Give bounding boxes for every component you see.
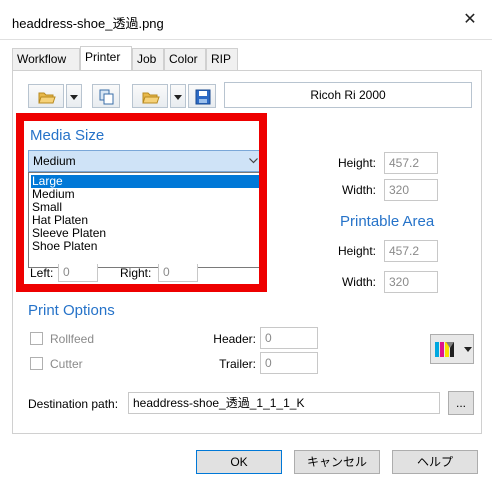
folder-open-icon xyxy=(38,92,56,104)
color-layout-button[interactable] xyxy=(430,334,474,364)
tab-rip[interactable]: RIP xyxy=(206,48,238,70)
height-label: Height: xyxy=(337,156,376,170)
printable-height-label: Height: xyxy=(337,244,376,258)
cutter-checkbox[interactable] xyxy=(30,357,43,370)
printable-area-heading: Printable Area xyxy=(340,213,435,230)
cancel-button[interactable]: キャンセル xyxy=(294,450,380,474)
folder-open-icon xyxy=(142,92,160,104)
media-height-input[interactable]: 457.2 xyxy=(384,152,438,174)
title-bar: headdress-shoe_透過.png ✕ xyxy=(0,0,492,40)
copy-icon xyxy=(99,89,114,105)
media-option-medium[interactable]: Medium xyxy=(31,188,259,201)
tab-printer[interactable]: Printer xyxy=(80,46,132,70)
header-label: Header: xyxy=(213,332,256,346)
trailer-input[interactable]: 0 xyxy=(260,352,318,374)
media-size-list: Large Medium Small Hat Platen Sleeve Pla… xyxy=(28,172,262,268)
left-label: Left: xyxy=(30,266,54,280)
tab-job[interactable]: Job xyxy=(132,48,164,70)
media-size-select[interactable]: Medium xyxy=(28,150,262,172)
dropdown-arrow-icon xyxy=(464,347,472,352)
width-label: Width: xyxy=(341,183,376,197)
close-button[interactable]: ✕ xyxy=(456,8,484,32)
browse-button[interactable]: ... xyxy=(448,391,474,415)
printer-name-field[interactable]: Ricoh Ri 2000 xyxy=(224,82,472,108)
help-button[interactable]: ヘルプ xyxy=(392,450,478,474)
open-dropdown-button[interactable] xyxy=(66,84,82,108)
media-width-input[interactable]: 320 xyxy=(384,179,438,201)
dropdown-arrow-icon xyxy=(174,95,182,100)
rollfeed-checkbox[interactable] xyxy=(30,332,43,345)
printable-width-input[interactable]: 320 xyxy=(384,271,438,293)
window-title: headdress-shoe_透過.png xyxy=(12,16,164,31)
tab-workflow[interactable]: Workflow xyxy=(12,48,80,70)
tab-color[interactable]: Color xyxy=(164,48,206,70)
media-option-shoe-platen[interactable]: Shoe Platen xyxy=(31,240,259,253)
rollfeed-label: Rollfeed xyxy=(50,332,95,346)
media-size-heading: Media Size xyxy=(30,127,105,144)
margins-row: Left: 0 Right: 0 xyxy=(28,264,262,282)
trailer-label: Trailer: xyxy=(219,357,256,371)
header-input[interactable]: 0 xyxy=(260,327,318,349)
open-button[interactable] xyxy=(28,84,64,108)
destination-label: Destination path: xyxy=(28,397,119,411)
folder-dropdown-button[interactable] xyxy=(170,84,186,108)
media-size-selected: Medium xyxy=(33,154,76,168)
chevron-down-icon xyxy=(249,158,258,164)
destination-path-input[interactable]: headdress-shoe_透過_1_1_1_K xyxy=(128,392,440,414)
ok-button[interactable]: OK xyxy=(196,450,282,474)
open-folder-button[interactable] xyxy=(132,84,168,108)
color-bars-icon xyxy=(435,342,454,357)
save-icon xyxy=(195,89,211,105)
copy-button[interactable] xyxy=(92,84,120,108)
cutter-label: Cutter xyxy=(50,357,83,371)
right-label: Right: xyxy=(120,266,152,280)
printable-width-label: Width: xyxy=(341,275,376,289)
right-input[interactable]: 0 xyxy=(158,264,198,282)
dropdown-arrow-icon xyxy=(70,95,78,100)
save-button[interactable] xyxy=(188,84,216,108)
left-input[interactable]: 0 xyxy=(58,264,98,282)
print-options-heading: Print Options xyxy=(28,302,115,319)
printable-height-input[interactable]: 457.2 xyxy=(384,240,438,262)
